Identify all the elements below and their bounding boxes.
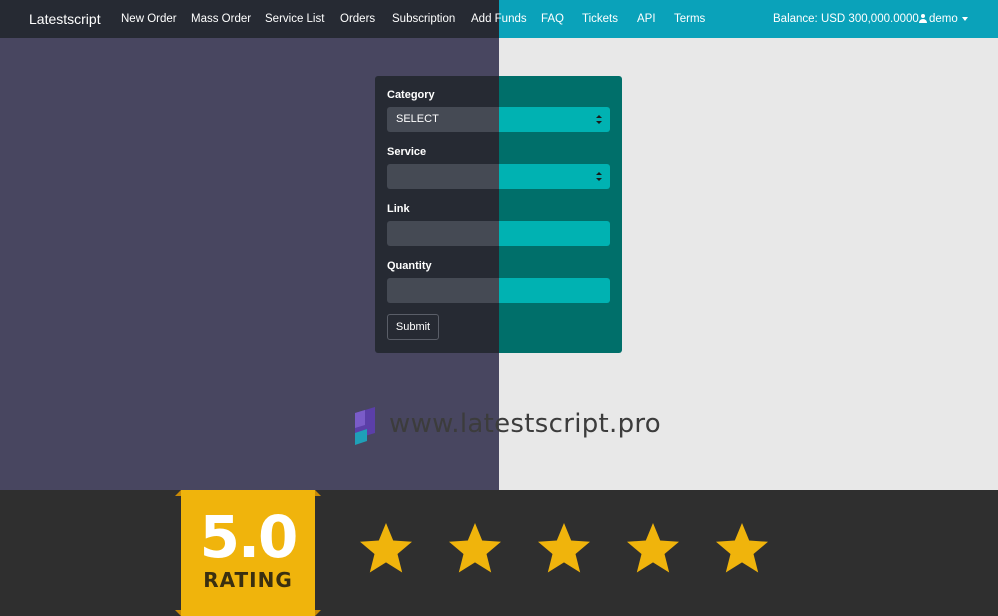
service-label: Service [387,146,427,158]
link-input[interactable] [387,221,610,246]
latestscript-logo-icon [355,407,375,445]
star-icon [360,523,412,573]
nav-add-funds[interactable]: Add Funds [471,0,527,38]
rating-badge: 5.0 RATING [175,490,321,616]
category-select-value: SELECT [396,113,439,125]
star-icon [449,523,501,573]
user-icon [919,14,927,23]
star-icon [627,523,679,573]
user-name: demo [929,13,958,25]
nav-orders[interactable]: Orders [340,0,375,38]
nav-faq[interactable]: FAQ [541,0,564,38]
caret-down-icon [961,16,968,21]
star-icon [538,523,590,573]
nav-new-order[interactable]: New Order [121,0,177,38]
submit-button[interactable]: Submit [387,314,439,340]
select-arrows-icon [596,172,602,182]
rating-score: 5.0 [199,503,299,571]
nav-subscription[interactable]: Subscription [392,0,455,38]
star-icon [716,523,768,573]
quantity-input[interactable] [387,278,610,303]
nav-terms[interactable]: Terms [674,0,705,38]
nav-service-list[interactable]: Service List [265,0,324,38]
service-select[interactable] [387,164,610,189]
select-arrows-icon [596,115,602,125]
nav-mass-order[interactable]: Mass Order [191,0,251,38]
watermark-url: www.latestscript.pro [389,409,662,439]
user-menu[interactable]: demo [919,0,968,38]
nav-tickets[interactable]: Tickets [582,0,618,38]
brand-link[interactable]: Latestscript [29,0,101,38]
top-navbar: Latestscript New Order Mass Order Servic… [0,0,998,38]
nav-api[interactable]: API [637,0,656,38]
order-form-panel: Category SELECT Service Link Quantity Su… [375,76,622,353]
category-select[interactable]: SELECT [387,107,610,132]
link-label: Link [387,203,410,215]
nav-balance[interactable]: Balance: USD 300,000.0000 [773,0,919,38]
quantity-label: Quantity [387,260,432,272]
category-label: Category [387,89,435,101]
rating-label: RATING [203,568,293,592]
